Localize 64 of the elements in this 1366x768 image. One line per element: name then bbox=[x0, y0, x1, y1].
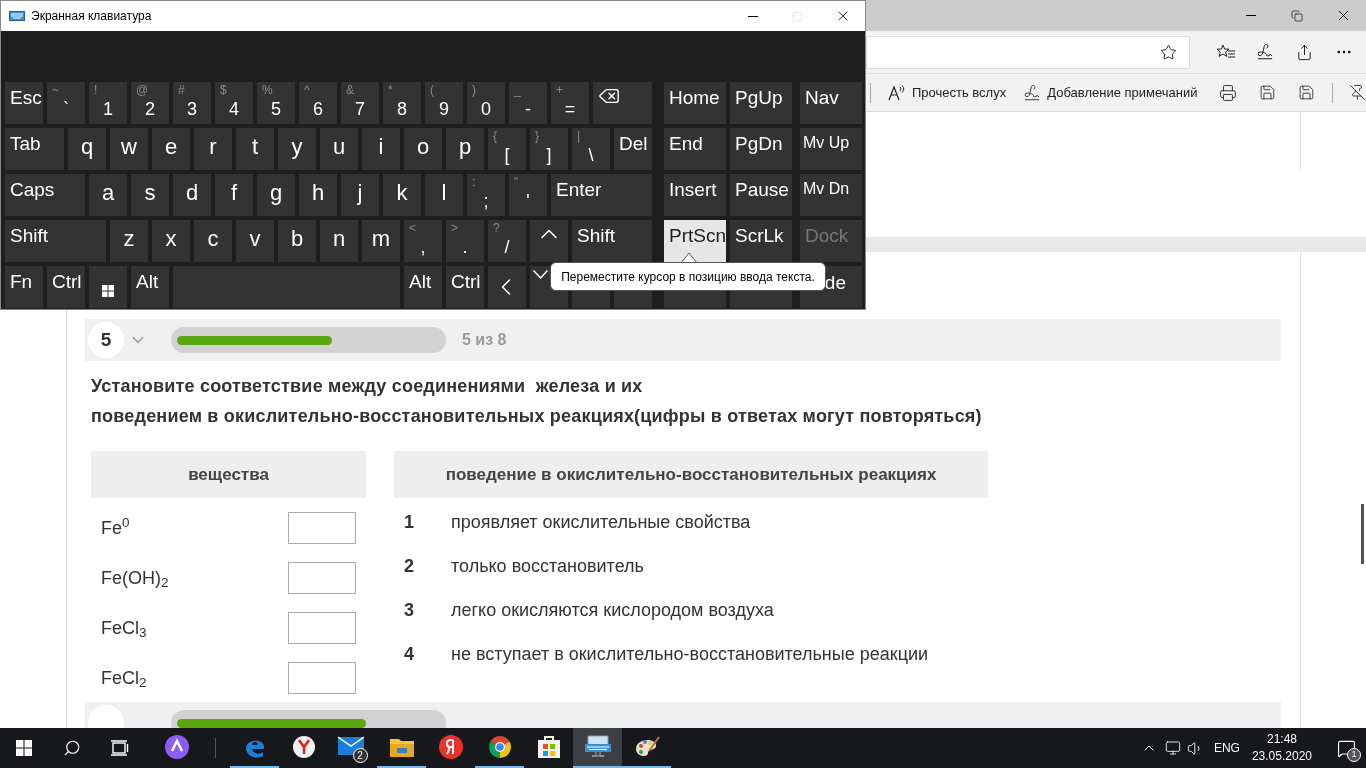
item-text: легко окисляются кислородом воздуха bbox=[451, 599, 774, 622]
item-number: 1 bbox=[404, 511, 415, 534]
shift-symbol: * bbox=[388, 84, 393, 96]
shift-symbol: > bbox=[451, 222, 458, 234]
shift-symbol: $ bbox=[220, 84, 227, 96]
shift-symbol: ( bbox=[430, 84, 434, 96]
shift-symbol: % bbox=[262, 84, 273, 96]
key-symbol: 1 bbox=[103, 100, 113, 118]
shift-symbol: + bbox=[556, 84, 563, 96]
shift-symbol: | bbox=[577, 130, 581, 142]
shift-symbol: ~ bbox=[52, 84, 59, 96]
shift-symbol: _ bbox=[514, 84, 521, 96]
key-symbol: ; bbox=[483, 192, 489, 210]
key-symbol: 8 bbox=[397, 100, 407, 118]
shift-symbol: { bbox=[493, 130, 497, 142]
key-symbol: ] bbox=[546, 146, 552, 164]
notification-badge: 1 bbox=[1347, 748, 1361, 762]
shift-symbol: & bbox=[346, 84, 354, 96]
key-symbol: 3 bbox=[187, 100, 197, 118]
item-text: проявляет окислительные свойства bbox=[451, 511, 751, 534]
formula: Fe(OH)$_{2}$ bbox=[101, 566, 169, 592]
key-symbol: \ bbox=[588, 146, 594, 164]
shift-symbol: : bbox=[472, 176, 476, 188]
window-title: Экранная клавиатура bbox=[31, 8, 152, 25]
item-text: только восстановитель bbox=[451, 555, 644, 578]
key-symbol: , bbox=[420, 238, 426, 256]
column-header: поведение в окислительно-восстановительных реакциях bbox=[394, 451, 988, 498]
date: 23.05.2020 bbox=[1251, 748, 1312, 765]
key-symbol: 9 bbox=[439, 100, 449, 118]
formula: Fe$^{0}$ bbox=[101, 514, 130, 540]
formula: FeCl$_{2}$ bbox=[101, 666, 147, 692]
item-number: 3 bbox=[404, 599, 415, 622]
question-number: 5 bbox=[88, 322, 124, 358]
key-symbol: ` bbox=[63, 100, 69, 118]
key-symbol: . bbox=[462, 238, 468, 256]
key-symbol: [ bbox=[504, 146, 510, 164]
shift-symbol: # bbox=[178, 84, 185, 96]
key-symbol: - bbox=[525, 100, 531, 118]
question-text: Установите соответствие между соединениями железа и их bbox=[91, 375, 644, 398]
key-symbol: 6 bbox=[313, 100, 323, 118]
key-symbol: 4 bbox=[229, 100, 239, 118]
question-text: поведением в окислительно-восстановительных реакциях(цифры в ответах могут повторяться) bbox=[91, 405, 983, 428]
item-number: 2 bbox=[404, 555, 415, 578]
item-number: 4 bbox=[404, 643, 415, 666]
shift-symbol: < bbox=[409, 222, 416, 234]
key-symbol: ' bbox=[526, 192, 530, 210]
progress-text: 5 из 8 bbox=[462, 330, 507, 350]
shift-symbol: ) bbox=[472, 84, 476, 96]
formula: FeCl$_{3}$ bbox=[101, 616, 147, 642]
key-symbol: 2 bbox=[145, 100, 155, 118]
shift-symbol: ! bbox=[94, 84, 98, 96]
time: 21:48 bbox=[1266, 731, 1297, 748]
shift-symbol: } bbox=[535, 130, 539, 142]
key-symbol: 5 bbox=[271, 100, 281, 118]
key-symbol: 0 bbox=[481, 100, 491, 118]
key-symbol: / bbox=[504, 238, 510, 256]
item-text: не вступает в окислительно-восстановительные реакции bbox=[451, 643, 929, 666]
key-symbol: = bbox=[564, 100, 576, 118]
shift-symbol: @ bbox=[136, 84, 149, 96]
shift-symbol: ^ bbox=[304, 84, 310, 96]
shift-symbol: " bbox=[514, 176, 519, 188]
key-symbol: 7 bbox=[355, 100, 365, 118]
column-header: вещества bbox=[91, 451, 366, 498]
shift-symbol: ? bbox=[493, 222, 500, 234]
